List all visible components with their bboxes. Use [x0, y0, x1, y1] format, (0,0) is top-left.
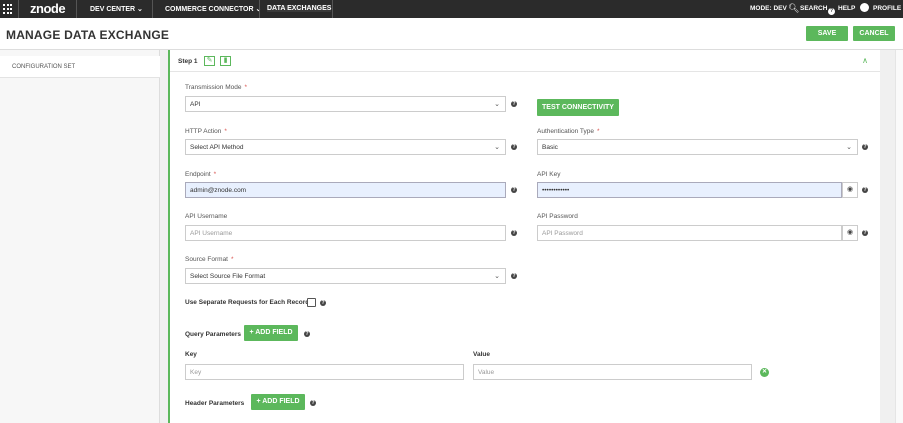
help-icon[interactable]: ?: [511, 101, 517, 107]
help-link[interactable]: HELP: [838, 5, 855, 12]
sidebar: CONFIGURATION SET: [0, 50, 160, 423]
source-format-label: Source Format *: [185, 256, 234, 263]
divider: [259, 0, 260, 18]
divider: [18, 0, 19, 18]
nav-data-exchanges[interactable]: DATA EXCHANGES: [267, 5, 332, 12]
help-icon[interactable]: ?: [310, 400, 316, 406]
authentication-type-select[interactable]: Basic ⌄: [537, 139, 858, 155]
help-icon[interactable]: ?: [511, 187, 517, 193]
help-icon[interactable]: ?: [862, 230, 868, 236]
test-connectivity-button[interactable]: TEST CONNECTIVITY: [537, 99, 619, 116]
search-icon[interactable]: 🔍︎: [788, 3, 799, 14]
transmission-mode-label: Transmission Mode *: [185, 84, 248, 91]
chevron-down-icon: ⌄: [494, 144, 500, 151]
chevron-down-icon: ⌄: [494, 273, 500, 280]
app-grid-icon[interactable]: [3, 4, 13, 14]
transmission-mode-select[interactable]: API ⌄: [185, 96, 506, 112]
api-key-input[interactable]: ••••••••••••: [537, 182, 842, 198]
edit-icon[interactable]: ✎: [204, 56, 215, 66]
add-query-field-button[interactable]: + ADD FIELD: [244, 325, 298, 341]
add-header-field-button[interactable]: + ADD FIELD: [251, 394, 305, 410]
api-password-label: API Password: [537, 213, 578, 220]
scrollbar[interactable]: [895, 50, 903, 423]
help-icon[interactable]: ?: [511, 230, 517, 236]
nav-commerce-connector[interactable]: COMMERCE CONNECTOR ⌄: [165, 5, 261, 13]
help-icon[interactable]: ?: [828, 4, 835, 15]
authentication-type-label: Authentication Type *: [537, 128, 600, 135]
header-parameters-label: Header Parameters: [185, 400, 245, 407]
api-username-label: API Username: [185, 213, 228, 220]
remove-field-icon[interactable]: ✕: [760, 368, 769, 377]
cancel-button[interactable]: CANCEL: [853, 26, 895, 41]
help-icon[interactable]: ?: [320, 300, 326, 306]
help-icon[interactable]: ?: [304, 331, 310, 337]
nav-dev-center[interactable]: DEV CENTER ⌄: [90, 5, 143, 13]
query-parameters-label: Query Parameters: [185, 331, 242, 338]
divider: [76, 0, 77, 18]
step-header: Step 1 ✎ ▮ ∧: [170, 50, 880, 72]
profile-link[interactable]: PROFILE: [873, 5, 901, 12]
page-header: MANAGE DATA EXCHANGE SAVE CANCEL: [0, 18, 903, 50]
step-label: Step 1: [178, 58, 198, 65]
logo[interactable]: znode: [30, 1, 66, 16]
api-username-input[interactable]: API Username: [185, 225, 506, 241]
separate-requests-label: Use Separate Requests for Each Record: [185, 299, 310, 306]
divider: [332, 0, 333, 18]
mode-indicator: MODE: DEV: [750, 5, 787, 12]
top-navbar: znode DEV CENTER ⌄ COMMERCE CONNECTOR ⌄ …: [0, 0, 903, 18]
show-password-eye-icon[interactable]: ◉: [842, 225, 858, 241]
search-link[interactable]: SEARCH: [800, 5, 827, 12]
query-key-header: Key: [185, 351, 197, 358]
show-password-eye-icon[interactable]: ◉: [842, 182, 858, 198]
api-key-label: API Key: [537, 171, 561, 178]
step-panel: Step 1 ✎ ▮ ∧ Transmission Mode * API ⌄ ? T…: [168, 50, 880, 423]
http-action-label: HTTP Action *: [185, 128, 227, 135]
sidebar-item-configuration-set[interactable]: CONFIGURATION SET: [0, 56, 160, 78]
delete-icon[interactable]: ▮: [220, 56, 231, 66]
help-icon[interactable]: ?: [511, 273, 517, 279]
help-icon[interactable]: ?: [862, 144, 868, 150]
save-button[interactable]: SAVE: [806, 26, 848, 41]
help-icon[interactable]: ?: [511, 144, 517, 150]
endpoint-input[interactable]: admin@znode.com: [185, 182, 506, 198]
query-key-input[interactable]: Key: [185, 364, 464, 380]
endpoint-label: Endpoint *: [185, 171, 217, 178]
chevron-down-icon: ⌄: [846, 144, 852, 151]
api-password-input[interactable]: API Password: [537, 225, 842, 241]
separate-requests-checkbox[interactable]: [307, 298, 316, 307]
profile-icon[interactable]: [860, 3, 869, 14]
help-icon[interactable]: ?: [862, 187, 868, 193]
divider: [152, 0, 153, 18]
query-value-input[interactable]: Value: [473, 364, 752, 380]
source-format-select[interactable]: Select Source File Format ⌄: [185, 268, 506, 284]
collapse-chevron-icon[interactable]: ∧: [862, 56, 868, 65]
http-action-select[interactable]: Select API Method ⌄: [185, 139, 506, 155]
page-title: MANAGE DATA EXCHANGE: [6, 28, 170, 42]
chevron-down-icon: ⌄: [494, 101, 500, 108]
query-value-header: Value: [473, 351, 490, 358]
